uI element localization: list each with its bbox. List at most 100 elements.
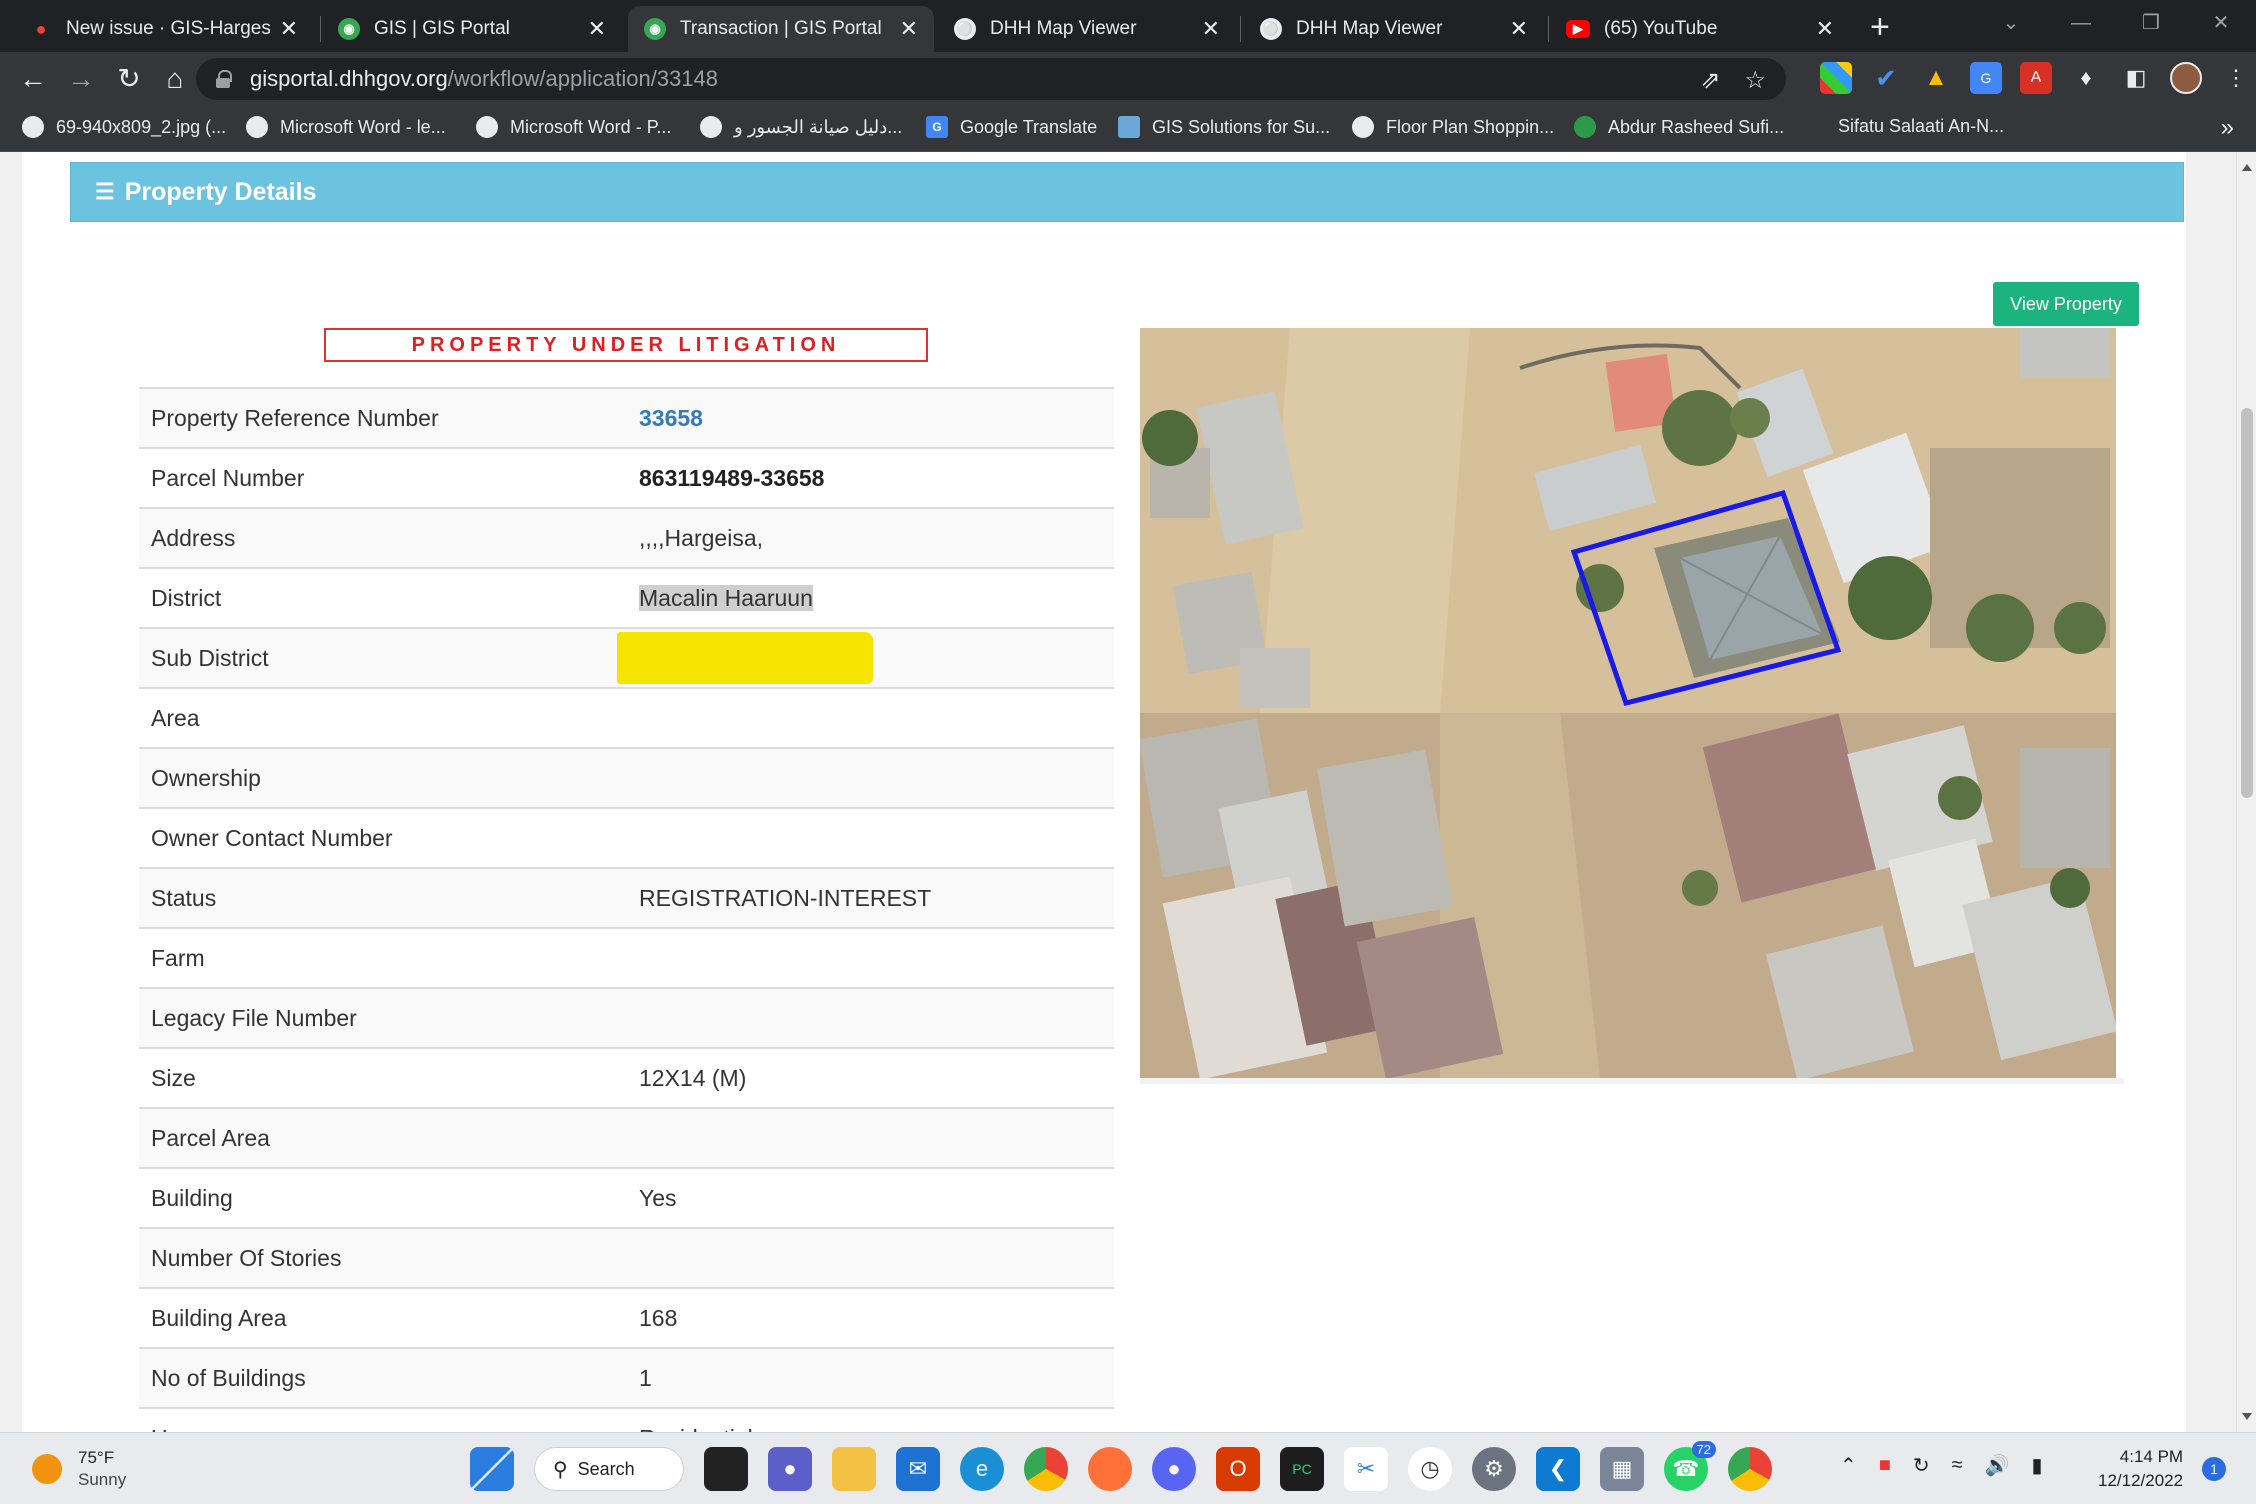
pdf-extension-icon[interactable]: A (2020, 62, 2052, 94)
taskbar-search[interactable]: ⚲ Search (534, 1447, 684, 1491)
tab-search-icon[interactable]: ⌄ (1976, 0, 2046, 46)
wifi-icon[interactable]: ≈ (1952, 1454, 1963, 1477)
bookmark-item[interactable]: G Google Translate (926, 116, 1097, 138)
scroll-up-icon[interactable] (2242, 164, 2252, 171)
address-bar[interactable]: gisportal.dhhgov.org/workflow/applicatio… (196, 58, 1786, 100)
task-view-icon[interactable] (704, 1447, 748, 1491)
extension-icons: ✔ ▲ G A ♦ ◧ ⋮ (1820, 62, 2252, 94)
parcel-number-value: 863119489-33658 (639, 464, 825, 491)
url-path: /workflow/application/33148 (447, 66, 719, 91)
home-icon[interactable]: ⌂ (158, 62, 192, 96)
row-label: No of Buildings (151, 1364, 306, 1391)
battery-icon[interactable]: ▮ (2032, 1453, 2043, 1478)
tab-transaction-active[interactable]: ◉ Transaction | GIS Portal ✕ (628, 6, 934, 52)
google-translate-extension-icon[interactable]: G (1970, 62, 2002, 94)
whatsapp-icon[interactable]: ☎ 72 (1664, 1441, 1716, 1491)
page-scrollbar[interactable] (2236, 152, 2256, 1432)
edge-browser-icon[interactable]: e (960, 1447, 1004, 1491)
chrome-icon[interactable] (1024, 1447, 1068, 1491)
bookmark-item[interactable]: Microsoft Word - le... (246, 116, 446, 138)
bookmark-item[interactable]: Sifatu Salaati An-N... (1838, 116, 2004, 137)
vscode-icon[interactable]: ❮ (1536, 1447, 1580, 1491)
bookmark-item[interactable]: 69-940x809_2.jpg (... (22, 116, 226, 138)
close-tab-icon[interactable]: ✕ (900, 16, 918, 42)
table-row: Sub District (139, 628, 1114, 688)
bookmark-item[interactable]: Abdur Rasheed Sufi... (1574, 116, 1784, 138)
side-panel-icon[interactable]: ◧ (2120, 62, 2152, 94)
bookmarks-overflow-icon[interactable]: » (2221, 114, 2234, 142)
tab-gis-portal[interactable]: ◉ GIS | GIS Portal ✕ (322, 6, 622, 52)
property-reference-link[interactable]: 33658 (639, 405, 703, 431)
table-row: Farm (139, 928, 1114, 988)
office-icon[interactable]: O (1216, 1447, 1260, 1491)
close-tab-icon[interactable]: ✕ (280, 16, 298, 42)
settings-gear-icon[interactable]: ⚙ (1472, 1447, 1516, 1491)
mail-icon[interactable]: ✉ (896, 1447, 940, 1491)
file-explorer-icon[interactable] (832, 1447, 876, 1491)
aerial-parcel-map[interactable] (1140, 328, 2116, 1078)
row-label: Legacy File Number (151, 1004, 357, 1031)
leaf-icon (1574, 116, 1596, 138)
close-tab-icon[interactable]: ✕ (1202, 16, 1220, 42)
back-icon[interactable]: ← (16, 62, 50, 96)
scrollbar-thumb[interactable] (2241, 408, 2253, 798)
discord-icon[interactable]: ● (1152, 1447, 1196, 1491)
close-tab-icon[interactable]: ✕ (1510, 16, 1528, 42)
row-label: Sub District (151, 644, 269, 671)
forward-icon[interactable]: → (64, 62, 98, 96)
calculator-icon[interactable]: ▦ (1600, 1447, 1644, 1491)
chrome-profile-icon[interactable] (1728, 1447, 1772, 1491)
snipping-tool-icon[interactable]: ✂ (1344, 1447, 1388, 1491)
tab-dhh-map-viewer[interactable]: ⚪ DHH Map Viewer ✕ (938, 6, 1236, 52)
share-icon[interactable]: ⇗ (1700, 66, 1720, 95)
page-viewport: ☰ Property Details PROPERTY UNDER LITIGA… (0, 152, 2236, 1432)
menu-kebab-icon[interactable]: ⋮ (2220, 62, 2252, 94)
bookmark-item[interactable]: GIS Solutions for Su... (1118, 116, 1330, 138)
clock-app-icon[interactable]: ◷ (1408, 1447, 1452, 1491)
firefox-icon[interactable] (1088, 1447, 1132, 1491)
google-drive-icon[interactable]: ▲ (1920, 62, 1952, 94)
windows-start-icon[interactable] (470, 1447, 514, 1491)
table-row: Number Of Stories (139, 1228, 1114, 1288)
new-tab-button[interactable]: + (1870, 8, 1890, 47)
bookmark-item[interactable]: Microsoft Word - P... (476, 116, 671, 138)
minimize-icon[interactable]: — (2046, 0, 2116, 46)
bookmark-star-icon[interactable]: ☆ (1744, 66, 1766, 95)
section-title: Property Details (124, 177, 317, 206)
chevron-up-icon[interactable]: ⌃ (1840, 1453, 1857, 1478)
restore-icon[interactable]: ❐ (2116, 0, 2186, 46)
gis-portal-icon: ◉ (338, 18, 360, 40)
tab-youtube[interactable]: ▶ (65) YouTube ✕ (1550, 6, 1850, 52)
row-label: District (151, 584, 222, 611)
taskbar-clock[interactable]: 4:14 PM 12/12/2022 (2098, 1445, 2183, 1493)
temperature: 75°F (78, 1448, 115, 1467)
scroll-down-icon[interactable] (2242, 1413, 2252, 1420)
teams-chat-icon[interactable]: ● (768, 1447, 812, 1491)
tray-app-icon[interactable]: ■ (1879, 1454, 1891, 1477)
weather-widget[interactable]: 75°F Sunny (32, 1447, 126, 1491)
system-tray: ⌃ ■ ↻ ≈ 🔊 ▮ (1840, 1453, 2043, 1478)
sync-icon[interactable]: ↻ (1913, 1453, 1930, 1478)
tab-dhh-map-viewer-2[interactable]: ⚪ DHH Map Viewer ✕ (1244, 6, 1544, 52)
view-property-button[interactable]: View Property (1993, 282, 2139, 326)
close-tab-icon[interactable]: ✕ (588, 16, 606, 42)
reload-icon[interactable]: ↻ (112, 62, 146, 96)
colorpick-extension-icon[interactable] (1820, 62, 1852, 94)
close-window-icon[interactable]: ✕ (2186, 0, 2256, 46)
whatsapp-badge: 72 (1691, 1441, 1716, 1458)
bookmark-item[interactable]: دليل صيانة الجسور و... (700, 116, 902, 138)
globe-icon (700, 116, 722, 138)
volume-icon[interactable]: 🔊 (1985, 1453, 2010, 1478)
bookmark-item[interactable]: Floor Plan Shoppin... (1352, 116, 1554, 138)
close-tab-icon[interactable]: ✕ (1816, 16, 1834, 42)
extensions-puzzle-icon[interactable]: ♦ (2070, 62, 2102, 94)
pycharm-icon[interactable]: PC (1280, 1447, 1324, 1491)
table-row: Ownership (139, 748, 1114, 808)
notification-badge[interactable]: 1 (2202, 1457, 2226, 1481)
lock-icon[interactable] (216, 70, 232, 88)
profile-avatar[interactable] (2170, 62, 2202, 94)
building-value: Yes (639, 1184, 677, 1211)
tab-new-issue[interactable]: ● New issue · GIS-Hargesia ✕ (14, 6, 314, 52)
checkmark-extension-icon[interactable]: ✔ (1870, 62, 1902, 94)
table-row: Area (139, 688, 1114, 748)
